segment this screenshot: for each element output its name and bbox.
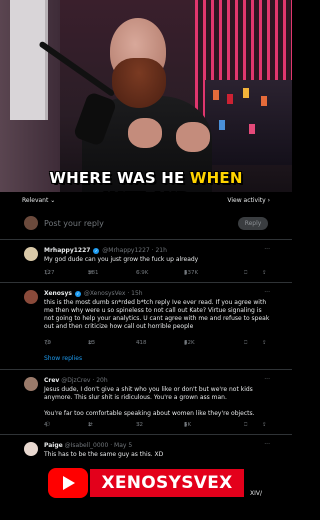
reply-button[interactable]: Reply [238,217,268,230]
reply-count: 127 [44,270,55,276]
youtube-play-icon [48,468,88,498]
streamer-beard [112,58,166,108]
caption-highlight: WHEN [189,169,243,187]
avatar [24,216,38,230]
view-count: 337K [184,270,199,276]
tweet-text-paragraph-2: You're far too comfortable speaking abou… [44,410,255,417]
streamer-hand-right [176,122,210,152]
more-options-icon[interactable]: ··· [264,376,270,383]
view-count: 5K [184,422,192,428]
tweet[interactable]: Crev @DjzCrev · 20h ··· Jesus dude, I do… [0,371,292,435]
author-name[interactable]: Crev [44,377,59,384]
chevron-right-icon: › [267,197,270,204]
more-options-icon[interactable]: ··· [264,246,270,253]
channel-banner: XENOSYSVEX [48,464,244,504]
tweet-header: Mrhappy1227 ✓ @Mrhappy1227 · 21h [44,247,167,254]
reply-input[interactable]: Post your reply [44,219,104,228]
tweet-actions: 💬︎ 127 ⇄ 581 ♡ 6.9K ▮ 337K ⎕ ⇪ [44,270,272,278]
like-count: 32 [136,422,143,428]
author-handle: @DjzCrev · 20h [61,377,108,384]
repost-count: 1 [88,422,92,428]
view-activity-link[interactable]: View activity › [227,197,270,204]
show-replies-link[interactable]: Show replies [44,355,82,362]
more-options-icon[interactable]: ··· [264,289,270,296]
author-handle: @XenosysVex · 15h [83,290,143,297]
bookmark-icon[interactable]: ⎕ [244,340,247,347]
author-name[interactable]: Xenosys [44,290,72,297]
streamer-hand-left [128,118,162,148]
reply-count: 4 [44,422,48,428]
sort-label: Relevant [22,197,49,204]
like-count: 6.9K [136,270,149,276]
avatar[interactable] [24,442,38,456]
like-count: 418 [136,340,147,346]
sort-dropdown[interactable]: Relevant ⌄ [22,197,55,204]
more-options-icon[interactable]: ··· [264,441,270,448]
author-name[interactable]: Paige [44,442,63,449]
caption-text: WHERE WAS HE [49,169,190,187]
background-door [10,0,48,120]
chevron-down-icon: ⌄ [50,197,56,204]
share-icon[interactable]: ⇪ [262,422,267,428]
avatar[interactable] [24,377,38,391]
tweet-text: this is the most dumb sn*rded b*tch repl… [44,299,270,330]
tweet-header: Paige @Isabell_0000 · May 5 [44,442,132,449]
bookmark-icon[interactable]: ⎕ [244,422,247,429]
webcam-video [0,0,292,192]
channel-name: XENOSYSVEX [90,469,244,497]
share-icon[interactable]: ⇪ [262,340,267,346]
verified-badge-icon: ✓ [74,290,81,297]
banner-tail-text: XIV/ [250,490,263,497]
tweet-header: Xenosys ✓ @XenosysVex · 15h [44,290,143,297]
repost-count: 581 [88,270,99,276]
verified-badge-icon: ✓ [93,247,100,254]
view-count: 82K [184,340,195,346]
avatar[interactable] [24,247,38,261]
repost-count: 13 [88,340,95,346]
tweet-text: My god dude can you just grow the fuck u… [44,256,199,263]
view-activity-label: View activity [227,197,266,204]
tweet-text: Jesus dude, I don't give a shit who you … [44,386,253,401]
compose-reply: Post your reply Reply [0,208,292,240]
author-handle: @Mrhappy1227 · 21h [102,247,167,254]
tweet-actions: 💬︎ 70 ⇄ 13 ♡ 418 ▮ 82K ⎕ ⇪ [44,340,272,348]
author-name[interactable]: Mrhappy1227 [44,247,90,254]
tweet[interactable]: Mrhappy1227 ✓ @Mrhappy1227 · 21h ··· My … [0,241,292,283]
tweet-text: This has to be the same guy as this. XD [44,451,164,458]
reply-count: 70 [44,340,51,346]
author-handle: @Isabell_0000 · May 5 [64,442,133,449]
share-icon[interactable]: ⇪ [262,270,267,276]
tweet-actions: 💬︎ 4 ⇄ 1 ♡ 32 ▮ 5K ⎕ ⇪ [44,422,272,430]
tweet[interactable]: Xenosys ✓ @XenosysVex · 15h ··· this is … [0,284,292,370]
bookmark-icon[interactable]: ⎕ [244,270,247,277]
avatar[interactable] [24,290,38,304]
sort-bar: Relevant ⌄ View activity › [0,192,292,208]
tweet-header: Crev @DjzCrev · 20h [44,377,108,384]
background-shelf [205,80,292,165]
